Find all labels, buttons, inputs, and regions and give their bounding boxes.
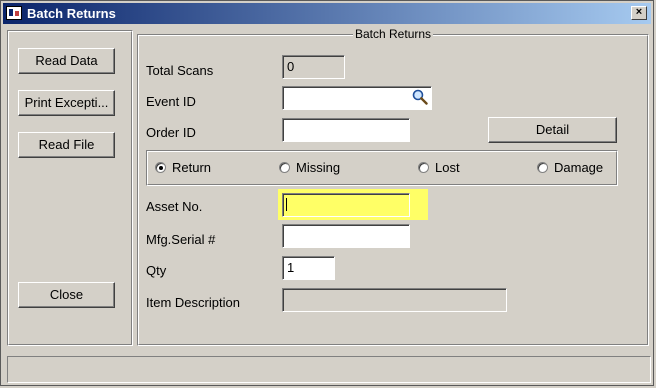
print-exceptions-button[interactable]: Print Excepti... — [18, 90, 115, 116]
close-window-button[interactable]: × — [631, 6, 647, 20]
detail-button[interactable]: Detail — [488, 117, 617, 143]
total-scans-label: Total Scans — [146, 63, 214, 78]
item-description-label: Item Description — [146, 295, 240, 310]
radio-return[interactable]: Return — [155, 160, 211, 175]
radio-missing-label: Missing — [296, 160, 341, 175]
app-icon — [6, 6, 22, 20]
qty-label: Qty — [146, 263, 167, 278]
asset-no-field[interactable] — [282, 193, 410, 217]
event-id-label: Event ID — [146, 94, 196, 109]
qty-field[interactable]: 1 — [282, 256, 335, 280]
radio-return-label: Return — [172, 160, 212, 175]
radio-button-checked[interactable] — [155, 162, 166, 173]
asset-no-label: Asset No. — [146, 199, 203, 214]
search-icon[interactable] — [412, 89, 428, 105]
read-data-button[interactable]: Read Data — [18, 48, 115, 74]
order-id-field[interactable] — [282, 118, 410, 142]
radio-button[interactable] — [537, 162, 548, 173]
radio-damage-label: Damage — [554, 160, 604, 175]
order-id-label: Order ID — [146, 125, 196, 140]
window-title: Batch Returns — [27, 6, 116, 21]
radio-button[interactable] — [418, 162, 429, 173]
group-title: Batch Returns — [353, 27, 434, 41]
event-id-field[interactable] — [282, 86, 432, 110]
status-bar — [7, 356, 651, 383]
close-button[interactable]: Close — [18, 282, 115, 308]
mfg-serial-field[interactable] — [282, 224, 410, 248]
text-caret — [286, 198, 287, 211]
title-bar[interactable]: Batch Returns × — [3, 3, 651, 24]
mfg-serial-label: Mfg.Serial # — [146, 232, 216, 247]
radio-button[interactable] — [279, 162, 290, 173]
batch-returns-window: Batch Returns × Read Data Print Excepti.… — [0, 0, 654, 386]
radio-lost-label: Lost — [435, 160, 460, 175]
total-scans-field: 0 — [282, 55, 345, 79]
item-description-field — [282, 288, 507, 312]
read-file-button[interactable]: Read File — [18, 132, 115, 158]
radio-missing[interactable]: Missing — [279, 160, 340, 175]
radio-lost[interactable]: Lost — [418, 160, 460, 175]
radio-damage[interactable]: Damage — [537, 160, 603, 175]
